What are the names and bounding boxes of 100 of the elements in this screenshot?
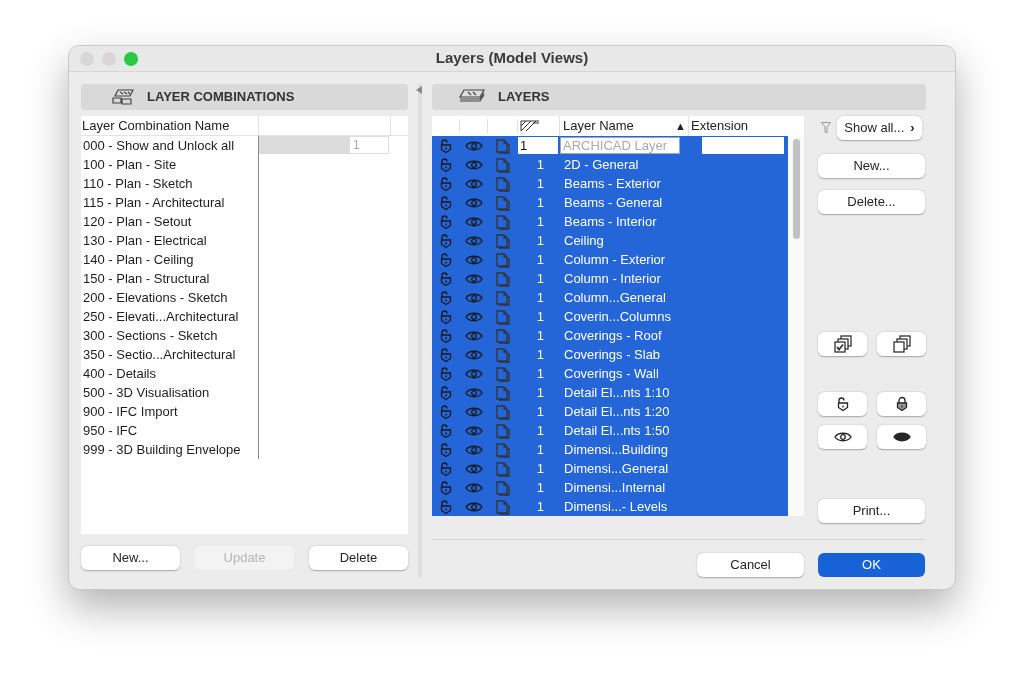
- combination-name[interactable]: 150 - Plan - Structural: [81, 269, 259, 288]
- column-header[interactable]: Layer Name: [563, 116, 634, 136]
- layer-row[interactable]: 1 Detail El...nts 1:10: [432, 383, 788, 402]
- extension-field[interactable]: [702, 137, 784, 154]
- show-all-layers-button[interactable]: [818, 425, 867, 449]
- eye-icon: [465, 500, 483, 513]
- combination-name[interactable]: 115 - Plan - Architectural: [81, 193, 259, 212]
- section-title: LAYER COMBINATIONS: [147, 88, 295, 107]
- pen-icon[interactable]: [520, 120, 540, 132]
- layer-row[interactable]: 1 Coverings - Wall: [432, 364, 788, 383]
- stack-icon: [892, 335, 911, 353]
- combination-name[interactable]: 300 - Sections - Sketch: [81, 326, 259, 345]
- combination-name[interactable]: 400 - Details: [81, 364, 259, 383]
- pen-number: 1: [535, 288, 545, 307]
- deselect-button[interactable]: [877, 332, 926, 356]
- select-all-button[interactable]: [818, 332, 867, 356]
- pen-number: 1: [535, 193, 545, 212]
- layer-name: Ceiling: [563, 231, 604, 250]
- document-icon: [495, 479, 511, 496]
- layer-name: Beams - Exterior: [563, 174, 661, 193]
- layer-row[interactable]: 1 Dimensi...Building: [432, 440, 788, 459]
- eye-icon: [465, 291, 483, 304]
- layer-name: Column - Interior: [563, 269, 661, 288]
- unlocked-icon: [438, 308, 454, 325]
- combination-name[interactable]: 200 - Elevations - Sketch: [81, 288, 259, 307]
- document-icon: [495, 441, 511, 458]
- combination-button[interactable]: New...: [81, 546, 180, 570]
- closed-eye-icon: [892, 431, 911, 443]
- cancel-button[interactable]: Cancel: [697, 553, 804, 577]
- pen-number: 1: [535, 212, 545, 231]
- layer-row[interactable]: 1 Beams - Exterior: [432, 174, 788, 193]
- pen-number: 1: [535, 383, 545, 402]
- eye-icon: [465, 481, 483, 494]
- combination-button[interactable]: Delete: [309, 546, 408, 570]
- pen-number: 1: [535, 459, 545, 478]
- layer-name: Coverings - Roof: [563, 326, 662, 345]
- layer-row[interactable]: 1 Coverings - Roof: [432, 326, 788, 345]
- document-icon: [495, 270, 511, 287]
- column-header[interactable]: Layer Combination Name: [81, 116, 259, 135]
- pen-number: 1: [535, 269, 545, 288]
- pen-number: 1: [535, 364, 545, 383]
- combination-name[interactable]: 120 - Plan - Setout: [81, 212, 259, 231]
- layer-row[interactable]: 1 2D - General: [432, 155, 788, 174]
- layer-row[interactable]: 1 Coverin...Columns: [432, 307, 788, 326]
- print-button[interactable]: Print...: [818, 499, 925, 523]
- unlocked-icon: [438, 194, 454, 211]
- layer-row[interactable]: 1 Beams - General: [432, 193, 788, 212]
- layer-row[interactable]: 1 Column...General: [432, 288, 788, 307]
- layer-row[interactable]: 1 Detail El...nts 1:20: [432, 402, 788, 421]
- combination-name[interactable]: 900 - IFC Import: [81, 402, 259, 421]
- unlocked-icon: [438, 403, 454, 420]
- eye-icon: [465, 462, 483, 475]
- layer-name: Coverings - Wall: [563, 364, 659, 383]
- combination-name[interactable]: 999 - 3D Building Envelope: [81, 440, 259, 459]
- pen-field[interactable]: 1: [518, 137, 558, 154]
- show-all-button[interactable]: Show all... ›: [837, 116, 922, 140]
- unlocked-icon: [438, 460, 454, 477]
- layer-name: Beams - General: [563, 193, 663, 212]
- hide-all-layers-button[interactable]: [877, 425, 926, 449]
- combination-name[interactable]: 100 - Plan - Site: [81, 155, 259, 174]
- pen-number: 1: [535, 440, 545, 459]
- pen-number: 1: [535, 402, 545, 421]
- combination-name[interactable]: 500 - 3D Visualisation: [81, 383, 259, 402]
- layer-row[interactable]: 1 Coverings - Slab: [432, 345, 788, 364]
- layer-row[interactable]: 1 Beams - Interior: [432, 212, 788, 231]
- ok-button[interactable]: OK: [818, 553, 925, 577]
- lock-all-button[interactable]: [877, 392, 926, 416]
- layers-icon: [458, 89, 486, 105]
- eye-icon: [465, 386, 483, 399]
- eye-icon: [465, 367, 483, 380]
- document-icon: [495, 251, 511, 268]
- eye-icon: [465, 329, 483, 342]
- collapse-arrow-icon[interactable]: [416, 86, 422, 94]
- scroll-thumb[interactable]: [792, 139, 800, 239]
- layer-row[interactable]: 1 ARCHICAD Layer: [432, 136, 788, 155]
- layer-name-field[interactable]: ARCHICAD Layer: [560, 137, 680, 154]
- pen-number: 1: [535, 345, 545, 364]
- layer-row[interactable]: 1 Dimensi...General: [432, 459, 788, 478]
- section-title: LAYERS: [498, 88, 550, 107]
- unlocked-icon: [438, 289, 454, 306]
- delete-layer-button[interactable]: Delete...: [818, 190, 925, 214]
- pen-number: 1: [535, 155, 545, 174]
- layer-row[interactable]: 1 Ceiling: [432, 231, 788, 250]
- combination-name[interactable]: 110 - Plan - Sketch: [81, 174, 259, 193]
- layer-row[interactable]: 1 Detail El...nts 1:50: [432, 421, 788, 440]
- combination-name[interactable]: 950 - IFC: [81, 421, 259, 440]
- combination-name[interactable]: 250 - Elevati...Architectural: [81, 307, 259, 326]
- layer-row[interactable]: 1 Column - Exterior: [432, 250, 788, 269]
- combination-name[interactable]: 350 - Sectio...Architectural: [81, 345, 259, 364]
- unlocked-icon: [438, 422, 454, 439]
- combination-name[interactable]: 130 - Plan - Electrical: [81, 231, 259, 250]
- layer-row[interactable]: 1 Dimensi...Internal: [432, 478, 788, 497]
- sort-arrow[interactable]: ▲: [675, 116, 686, 136]
- layer-row[interactable]: 1 Dimensi...- Levels: [432, 497, 788, 516]
- layer-row[interactable]: 1 Column - Interior: [432, 269, 788, 288]
- combination-name[interactable]: 140 - Plan - Ceiling: [81, 250, 259, 269]
- layer-name: Column...General: [563, 288, 666, 307]
- eye-icon: [465, 272, 483, 285]
- unlock-all-button[interactable]: [818, 392, 867, 416]
- new-layer-button[interactable]: New...: [818, 154, 925, 178]
